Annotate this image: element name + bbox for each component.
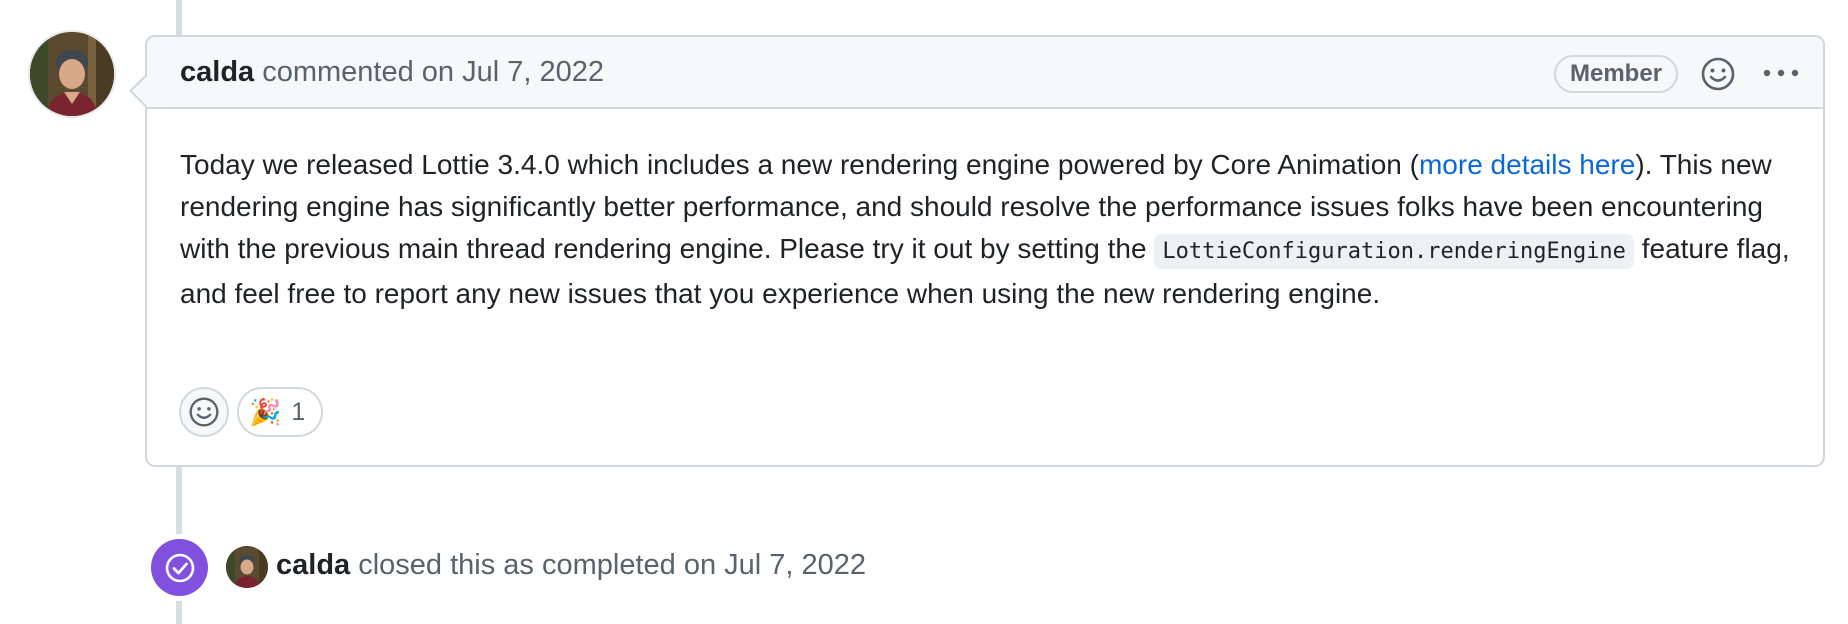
event-author-link[interactable]: calda [276, 549, 350, 581]
avatar[interactable] [30, 32, 114, 116]
event-description[interactable]: closed this as completed on Jul 7, 2022 [350, 549, 866, 581]
more-details-link[interactable]: more details here [1419, 149, 1635, 180]
event-avatar[interactable] [226, 546, 268, 588]
smiley-icon [189, 397, 219, 427]
add-reaction-button[interactable] [179, 387, 229, 437]
kebab-horizontal-icon[interactable] [1761, 61, 1801, 85]
avatar-image [30, 32, 114, 116]
tada-icon: 🎉 [249, 397, 282, 427]
comment-meta: calda commented on Jul 7, 2022 [180, 54, 604, 90]
member-badge: Member [1554, 55, 1679, 93]
reaction-count: 1 [291, 397, 306, 426]
comment-timestamp[interactable]: commented on Jul 7, 2022 [254, 56, 604, 88]
check-circle-icon [151, 539, 208, 596]
inline-code: LottieConfiguration.renderingEngine [1154, 234, 1634, 269]
issue-timeline: calda commented on Jul 7, 2022 Member To… [0, 0, 1848, 624]
comment-body: Today we released Lottie 3.4.0 which inc… [180, 149, 1790, 309]
smiley-icon[interactable] [1700, 56, 1736, 92]
tada-reaction-button[interactable]: 🎉 1 [237, 387, 324, 437]
comment-author-link[interactable]: calda [180, 56, 254, 88]
reactions-bar: 🎉 1 [179, 387, 324, 437]
comment-box: calda commented on Jul 7, 2022 Member To… [129, 35, 1825, 467]
comment-header: calda commented on Jul 7, 2022 Member [147, 37, 1823, 109]
closed-event-text: calda closed this as completed on Jul 7,… [276, 547, 866, 583]
